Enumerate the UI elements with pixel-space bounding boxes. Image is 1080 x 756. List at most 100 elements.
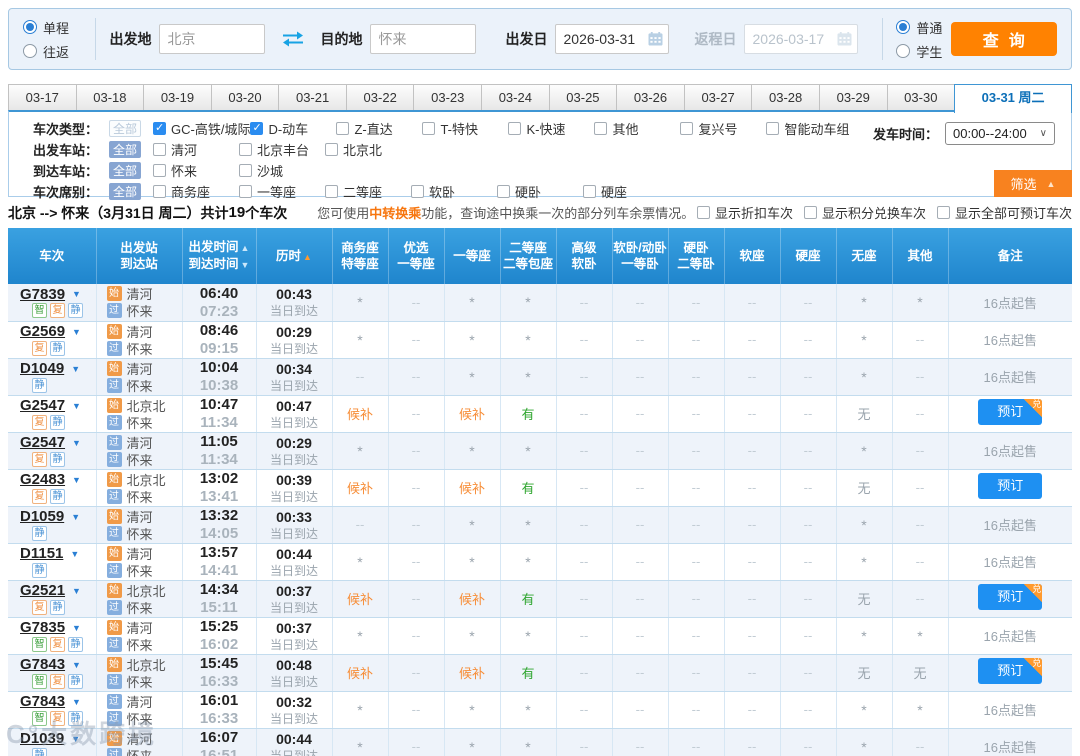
expand-caret-icon[interactable]: ▼ <box>71 364 80 374</box>
column-header[interactable]: 出发时间 ▲ 到达时间 ▼ <box>182 228 257 284</box>
checkbox-icon[interactable] <box>336 121 350 135</box>
filter-option[interactable]: 北京北 <box>325 140 411 159</box>
date-tab[interactable]: 03-30 <box>886 84 956 111</box>
date-tab[interactable]: 03-24 <box>481 84 550 111</box>
checkbox-icon[interactable] <box>239 184 252 198</box>
date-tab[interactable]: 03-23 <box>413 84 483 111</box>
filter-all-button[interactable]: 全部 <box>109 119 141 137</box>
filter-all-button[interactable]: 全部 <box>109 140 141 158</box>
checkbox-icon[interactable] <box>153 121 166 135</box>
filter-all-button[interactable]: 全部 <box>109 161 141 179</box>
filter-option[interactable]: 其他 <box>594 119 680 138</box>
train-number-link[interactable]: D1039 <box>20 730 64 747</box>
date-tab[interactable]: 03-25 <box>548 84 618 111</box>
checkbox-icon[interactable] <box>325 142 338 156</box>
sort-arrow-icon[interactable]: ▲ <box>303 252 312 262</box>
trip-type-roundtrip[interactable]: 往返 <box>23 42 81 61</box>
column-header[interactable]: 其他 <box>892 228 949 284</box>
date-tab[interactable]: 03-29 <box>818 84 888 111</box>
expand-caret-icon[interactable]: ▼ <box>72 438 81 448</box>
train-number-link[interactable]: G7843 <box>20 656 65 673</box>
filter-option[interactable]: 怀来 <box>153 161 239 180</box>
display-toggle[interactable]: 显示全部可预订车次 <box>936 203 1072 222</box>
display-toggle[interactable]: 显示折扣车次 <box>696 203 793 222</box>
column-header[interactable]: 硬座 <box>780 228 837 284</box>
display-toggle[interactable]: 显示积分兑换车次 <box>803 203 926 222</box>
book-button[interactable]: 预订 <box>978 473 1043 499</box>
expand-caret-icon[interactable]: ▼ <box>72 586 81 596</box>
train-number-link[interactable]: G7839 <box>20 286 65 303</box>
trip-type-oneway[interactable]: 单程 <box>23 18 81 37</box>
radio-selected-icon[interactable] <box>896 20 911 34</box>
query-button[interactable]: 查询 <box>950 22 1058 56</box>
column-header[interactable]: 出发站 到达站 <box>96 228 183 284</box>
date-tab[interactable]: 03-19 <box>143 84 212 111</box>
column-header[interactable]: 优选 一等座 <box>388 228 445 284</box>
column-header[interactable]: 历时 ▲ <box>256 228 333 284</box>
checkbox-icon[interactable] <box>696 206 710 219</box>
from-station-input[interactable] <box>158 24 265 54</box>
expand-caret-icon[interactable]: ▼ <box>72 289 81 299</box>
date-tab[interactable]: 03-26 <box>616 84 685 111</box>
checkbox-icon[interactable] <box>153 184 166 198</box>
sort-arrow-icon[interactable]: ▼ <box>241 260 250 270</box>
sort-arrow-icon[interactable]: ▲ <box>241 243 250 253</box>
checkbox-icon[interactable] <box>250 121 264 135</box>
expand-caret-icon[interactable]: ▼ <box>72 401 81 411</box>
passenger-type-normal[interactable]: 普通 <box>896 18 950 37</box>
expand-caret-icon[interactable]: ▼ <box>72 623 81 633</box>
book-button[interactable]: 预订兑 <box>978 584 1043 610</box>
checkbox-icon[interactable] <box>153 142 166 156</box>
book-button[interactable]: 预订兑 <box>978 658 1043 684</box>
date-tab[interactable]: 03-20 <box>210 84 280 111</box>
radio-selected-icon[interactable] <box>23 20 37 34</box>
filter-all-button[interactable]: 全部 <box>109 182 141 200</box>
expand-caret-icon[interactable]: ▼ <box>72 697 81 707</box>
train-number-link[interactable]: G7835 <box>20 619 65 636</box>
depart-time-select[interactable]: 00:00--24:00 ∨ <box>945 122 1055 145</box>
checkbox-icon[interactable] <box>766 121 780 135</box>
column-header[interactable]: 软座 <box>724 228 781 284</box>
swap-stations-icon[interactable] <box>281 31 305 48</box>
calendar-icon[interactable] <box>648 32 663 46</box>
column-header[interactable]: 高级 软卧 <box>556 228 613 284</box>
checkbox-icon[interactable] <box>422 121 436 135</box>
column-header[interactable]: 车次 <box>8 228 97 284</box>
checkbox-icon[interactable] <box>239 163 252 177</box>
train-number-link[interactable]: G2547 <box>20 434 65 451</box>
train-number-link[interactable]: G7843 <box>20 693 65 710</box>
date-tab[interactable]: 03-21 <box>278 84 347 111</box>
filter-option[interactable]: 一等座 <box>239 182 325 201</box>
to-station-input[interactable] <box>369 24 476 54</box>
checkbox-icon[interactable] <box>325 184 338 198</box>
date-tab[interactable]: 03-22 <box>345 84 415 111</box>
checkbox-icon[interactable] <box>680 121 694 135</box>
date-tab[interactable]: 03-28 <box>751 84 820 111</box>
date-tab[interactable]: 03-27 <box>683 84 753 111</box>
column-header[interactable]: 软卧/动卧 一等卧 <box>612 228 669 284</box>
checkbox-icon[interactable] <box>594 121 608 135</box>
train-number-link[interactable]: G2547 <box>20 397 65 414</box>
column-header[interactable]: 硬卧 二等卧 <box>668 228 725 284</box>
checkbox-icon[interactable] <box>936 206 950 219</box>
column-header[interactable]: 一等座 <box>444 228 501 284</box>
column-header[interactable]: 无座 <box>836 228 893 284</box>
expand-caret-icon[interactable]: ▼ <box>71 512 80 522</box>
filter-option[interactable]: Z-直达 <box>336 119 422 138</box>
expand-caret-icon[interactable]: ▼ <box>70 549 79 559</box>
column-header[interactable]: 备注 <box>948 228 1072 284</box>
train-number-link[interactable]: G2483 <box>20 471 65 488</box>
passenger-type-student[interactable]: 学生 <box>896 42 950 61</box>
checkbox-icon[interactable] <box>508 121 522 135</box>
filter-option[interactable]: 清河 <box>153 140 239 159</box>
date-tab[interactable]: 03-17 <box>8 84 77 111</box>
filter-option[interactable]: 沙城 <box>239 161 325 180</box>
train-number-link[interactable]: D1059 <box>20 508 64 525</box>
train-number-link[interactable]: D1151 <box>20 545 63 562</box>
filter-option[interactable]: 北京丰台 <box>239 140 325 159</box>
expand-caret-icon[interactable]: ▼ <box>72 475 81 485</box>
book-button[interactable]: 预订兑 <box>978 399 1043 425</box>
filter-option[interactable]: 软卧 <box>411 182 497 201</box>
filter-option[interactable]: 商务座 <box>153 182 239 201</box>
date-tab-active[interactable]: 03-31 周二 <box>954 84 1073 113</box>
